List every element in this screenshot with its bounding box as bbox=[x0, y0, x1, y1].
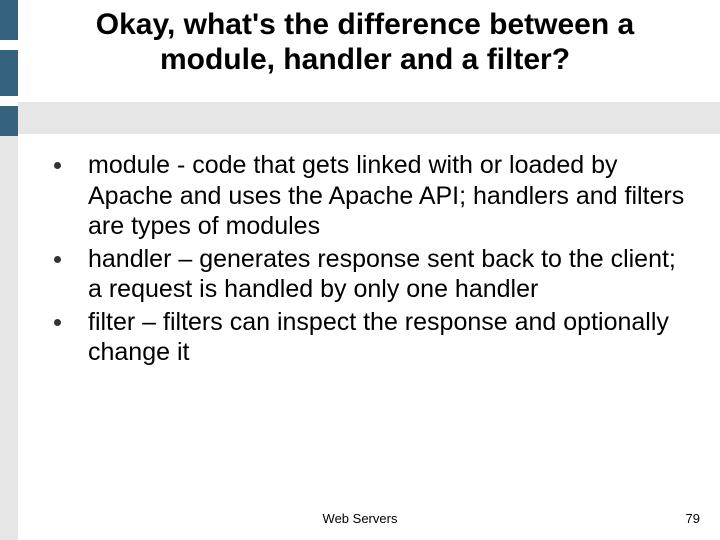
bullet-item: filter – filters can inspect the respons… bbox=[40, 307, 690, 368]
slide-title-text: Okay, what's the difference between a mo… bbox=[96, 8, 634, 76]
side-rail bbox=[0, 0, 18, 540]
bullet-list: module - code that gets linked with or l… bbox=[40, 150, 690, 368]
title-highlight-bar bbox=[18, 102, 720, 134]
bullet-item: module - code that gets linked with or l… bbox=[40, 150, 690, 242]
rail-segment bbox=[0, 96, 18, 106]
bullet-item: handler – generates response sent back t… bbox=[40, 244, 690, 305]
slide-body: module - code that gets linked with or l… bbox=[40, 150, 690, 370]
slide-title: Okay, what's the difference between a mo… bbox=[40, 8, 690, 77]
footer-title: Web Servers bbox=[0, 511, 720, 526]
bullet-text: module - code that gets linked with or l… bbox=[88, 151, 684, 240]
bullet-text: handler – generates response sent back t… bbox=[88, 245, 676, 304]
rail-segment bbox=[0, 50, 18, 96]
bullet-text: filter – filters can inspect the respons… bbox=[88, 308, 669, 367]
rail-segment bbox=[0, 106, 18, 136]
slide: Okay, what's the difference between a mo… bbox=[0, 0, 720, 540]
rail-segment bbox=[0, 40, 18, 50]
page-number: 79 bbox=[686, 511, 700, 526]
rail-segment bbox=[0, 0, 18, 40]
rail-segment bbox=[0, 136, 18, 540]
